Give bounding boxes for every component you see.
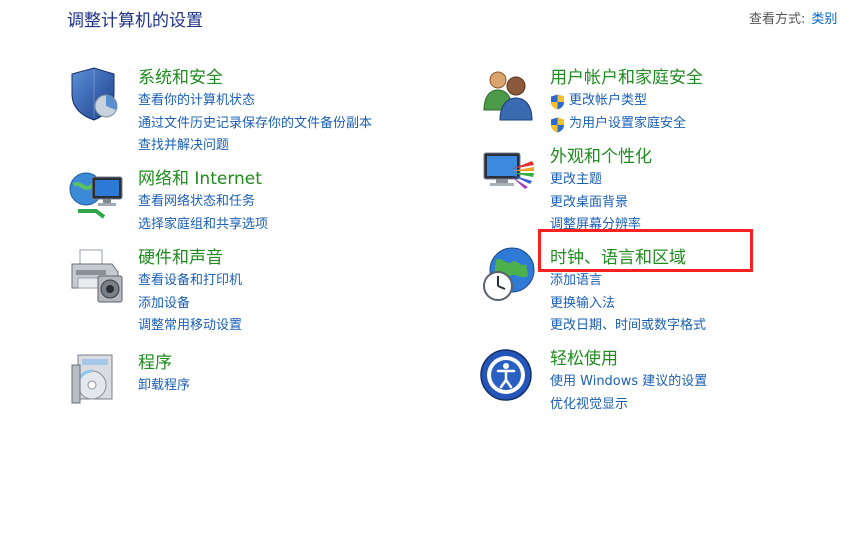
printer-icon[interactable] bbox=[68, 246, 124, 303]
link-troubleshoot[interactable]: 查找并解决问题 bbox=[138, 135, 372, 158]
link-family-safety[interactable]: 为用户设置家庭安全 bbox=[550, 113, 703, 136]
link-homegroup-sharing[interactable]: 选择家庭组和共享选项 bbox=[138, 214, 268, 237]
view-by-dropdown[interactable]: 类别 bbox=[811, 12, 837, 27]
programs-icon[interactable] bbox=[68, 351, 124, 407]
heading-clock-language-region[interactable]: 时钟、语言和区域 bbox=[550, 246, 706, 270]
link-change-theme[interactable]: 更改主题 bbox=[550, 169, 652, 192]
view-by-label: 查看方式: bbox=[749, 12, 806, 27]
globe-clock-icon[interactable] bbox=[480, 246, 536, 302]
link-change-desktop-background[interactable]: 更改桌面背景 bbox=[550, 192, 652, 215]
heading-hardware-sound[interactable]: 硬件和声音 bbox=[138, 246, 242, 270]
link-family-safety-label: 为用户设置家庭安全 bbox=[569, 115, 687, 131]
link-windows-suggested-settings[interactable]: 使用 Windows 建议的设置 bbox=[550, 371, 707, 394]
link-devices-printers[interactable]: 查看设备和打印机 bbox=[138, 270, 242, 293]
heading-user-accounts[interactable]: 用户帐户和家庭安全 bbox=[550, 66, 703, 90]
uac-shield-icon bbox=[551, 117, 564, 132]
network-icon[interactable] bbox=[68, 167, 124, 223]
heading-appearance[interactable]: 外观和个性化 bbox=[550, 145, 652, 169]
heading-network-internet[interactable]: 网络和 Internet bbox=[138, 167, 268, 191]
users-icon[interactable] bbox=[480, 66, 536, 122]
link-add-device[interactable]: 添加设备 bbox=[138, 293, 242, 316]
link-mobility-settings[interactable]: 调整常用移动设置 bbox=[138, 315, 242, 338]
link-change-account-type[interactable]: 更改帐户类型 bbox=[550, 90, 703, 113]
link-date-time-number-format[interactable]: 更改日期、时间或数字格式 bbox=[550, 315, 706, 338]
link-add-language[interactable]: 添加语言 bbox=[550, 270, 706, 293]
ease-of-access-icon[interactable] bbox=[480, 347, 536, 403]
link-file-history-backup[interactable]: 通过文件历史记录保存你的文件备份副本 bbox=[138, 113, 372, 136]
uac-shield-icon bbox=[551, 94, 564, 110]
link-change-input-method[interactable]: 更换输入法 bbox=[550, 293, 706, 316]
link-uninstall-program[interactable]: 卸载程序 bbox=[138, 375, 190, 398]
view-by: 查看方式: 类别 bbox=[749, 8, 837, 27]
link-optimize-visual-display[interactable]: 优化视觉显示 bbox=[550, 394, 707, 417]
link-view-computer-status[interactable]: 查看你的计算机状态 bbox=[138, 90, 372, 113]
page-title: 调整计算机的设置 bbox=[67, 11, 203, 31]
link-screen-resolution[interactable]: 调整屏幕分辨率 bbox=[550, 214, 652, 237]
shield-icon[interactable] bbox=[68, 66, 124, 122]
link-network-status[interactable]: 查看网络状态和任务 bbox=[138, 191, 268, 214]
heading-system-security[interactable]: 系统和安全 bbox=[138, 66, 372, 90]
link-change-account-type-label: 更改帐户类型 bbox=[569, 93, 648, 108]
heading-programs[interactable]: 程序 bbox=[138, 351, 190, 375]
appearance-icon[interactable] bbox=[480, 145, 536, 201]
heading-ease-of-access[interactable]: 轻松使用 bbox=[550, 347, 707, 371]
